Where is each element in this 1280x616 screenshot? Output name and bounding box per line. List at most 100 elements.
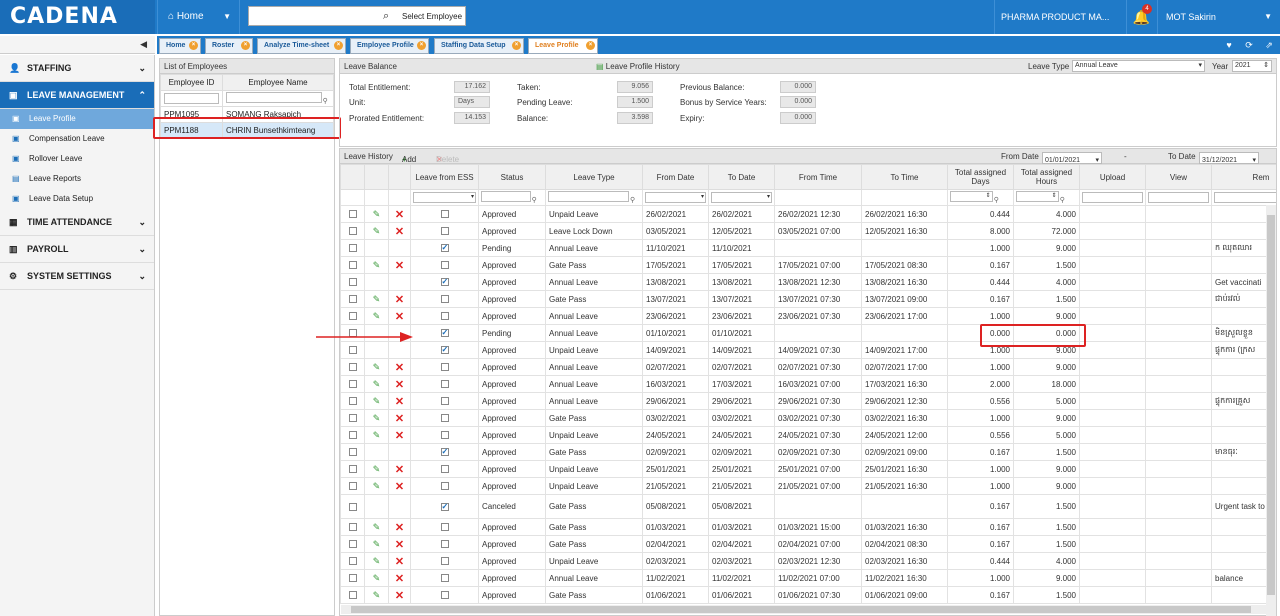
col-to-time[interactable]: To Time — [861, 164, 948, 190]
upload-cell[interactable] — [1079, 426, 1146, 444]
row-checkbox[interactable] — [348, 346, 357, 355]
menu-leave-management[interactable]: ▣ LEAVE MANAGEMENT ⌃ — [0, 82, 154, 109]
upload-cell[interactable] — [1079, 239, 1146, 257]
row-checkbox[interactable] — [348, 523, 357, 532]
table-row[interactable]: ✎ ✕ Approved Gate Pass 01/03/2021 01/03/2021 0… — [340, 518, 1276, 536]
col-to-date[interactable]: To Date — [708, 164, 775, 190]
table-row[interactable]: ✎ ✕ Approved Gate Pass 01/06/2021 01/06/2021 0… — [340, 586, 1276, 604]
filter-employee-name[interactable] — [226, 92, 322, 103]
ess-checkbox[interactable] — [440, 523, 449, 532]
row-checkbox[interactable] — [348, 431, 357, 440]
sidebar-item-leave-reports[interactable]: ▤ Leave Reports — [0, 169, 154, 189]
close-icon[interactable]: × — [586, 41, 595, 50]
view-cell[interactable] — [1145, 426, 1212, 444]
table-row[interactable]: ✎ ✕ Approved Annual Leave 02/07/2021 02/07/20… — [340, 358, 1276, 376]
table-row[interactable]: PendingAnnual Leave11/10/202111/10/20211… — [340, 239, 1276, 257]
pencil-icon[interactable]: ✎ — [373, 430, 381, 440]
tab-home[interactable]: Home × — [159, 38, 201, 54]
tab-analyze-timesheet[interactable]: Analyze Time-sheet × — [257, 38, 346, 54]
ess-checkbox[interactable] — [440, 397, 449, 406]
close-icon[interactable]: × — [417, 41, 426, 50]
ess-checkbox[interactable] — [440, 380, 449, 389]
col-total-days[interactable]: Total assigned Days — [947, 164, 1014, 190]
row-checkbox[interactable] — [348, 414, 357, 423]
upload-cell[interactable] — [1079, 477, 1146, 495]
view-cell[interactable] — [1145, 460, 1212, 478]
delete-x-icon[interactable]: ✕ — [395, 379, 404, 391]
view-cell[interactable] — [1145, 205, 1212, 223]
ess-checkbox[interactable] — [440, 295, 449, 304]
tab-roster[interactable]: Roster × — [205, 38, 253, 54]
from-date-picker[interactable]: 01/01/2021 ▾ — [1042, 152, 1102, 164]
delete-x-icon[interactable]: ✕ — [395, 539, 404, 551]
view-cell[interactable] — [1145, 290, 1212, 308]
upload-cell[interactable] — [1079, 324, 1146, 342]
filter-employee-id[interactable] — [164, 93, 219, 104]
pencil-icon[interactable]: ✎ — [373, 362, 381, 372]
upload-cell[interactable] — [1079, 460, 1146, 478]
scrollbar-thumb[interactable] — [351, 606, 1251, 613]
sidebar-item-compensation-leave[interactable]: ▣ Compensation Leave — [0, 129, 154, 149]
ess-checkbox[interactable] — [440, 557, 449, 566]
tab-employee-profile[interactable]: Employee Profile × — [350, 38, 429, 54]
pencil-icon[interactable]: ✎ — [373, 573, 381, 583]
view-cell[interactable] — [1145, 341, 1212, 359]
delete-x-icon[interactable]: ✕ — [395, 413, 404, 425]
pencil-icon[interactable]: ✎ — [373, 539, 381, 549]
filter-ess-select[interactable]: ▾ — [413, 192, 476, 203]
ess-checkbox[interactable] — [440, 574, 449, 583]
delete-x-icon[interactable]: ✕ — [395, 311, 404, 323]
col-from-date[interactable]: From Date — [642, 164, 709, 190]
filter-icon[interactable]: ⚲ — [994, 197, 999, 204]
row-checkbox[interactable] — [348, 397, 357, 406]
table-row[interactable]: ✎ ✕ Approved Unpaid Leave 26/02/2021 26/02/20… — [340, 205, 1276, 223]
table-row[interactable]: ✎ ✕ Approved Leave Lock Down 03/05/2021 12/05… — [340, 222, 1276, 240]
pencil-icon[interactable]: ✎ — [373, 522, 381, 532]
pencil-icon[interactable]: ✎ — [373, 311, 381, 321]
user-menu[interactable]: MOT Sakirin ▼ — [1157, 0, 1280, 34]
ess-checkbox[interactable] — [440, 210, 449, 219]
pencil-icon[interactable]: ✎ — [373, 396, 381, 406]
leave-type-select[interactable]: Annual Leave ▾ — [1072, 60, 1205, 72]
col-leave-from-ess[interactable]: Leave from ESS — [410, 164, 479, 190]
view-cell[interactable] — [1145, 358, 1212, 376]
table-row[interactable]: ✎ ✕ Approved Annual Leave 16/03/2021 17/03/20… — [340, 375, 1276, 393]
upload-cell[interactable] — [1079, 307, 1146, 325]
filter-icon[interactable]: ⚲ — [630, 197, 635, 204]
sidebar-item-rollover-leave[interactable]: ▣ Rollover Leave — [0, 149, 154, 169]
col-status[interactable]: Status — [478, 164, 546, 190]
delete-x-icon[interactable]: ✕ — [395, 573, 404, 585]
ess-checkbox[interactable] — [440, 261, 449, 270]
upload-cell[interactable] — [1079, 552, 1146, 570]
upload-cell[interactable] — [1079, 518, 1146, 536]
view-cell[interactable] — [1145, 273, 1212, 291]
row-checkbox[interactable] — [348, 312, 357, 321]
row-checkbox[interactable] — [348, 465, 357, 474]
view-cell[interactable] — [1145, 535, 1212, 553]
tab-staffing-data-setup[interactable]: Staffing Data Setup × — [434, 38, 524, 54]
delete-x-icon[interactable]: ✕ — [395, 260, 404, 272]
filter-icon[interactable]: ⚲ — [1060, 197, 1065, 204]
ess-checkbox[interactable] — [440, 414, 449, 423]
delete-x-icon[interactable]: ✕ — [395, 590, 404, 602]
ess-checkbox[interactable] — [440, 502, 449, 511]
filter-status[interactable] — [481, 191, 531, 202]
ess-checkbox[interactable] — [440, 431, 449, 440]
close-icon[interactable]: × — [334, 41, 343, 50]
upload-cell[interactable] — [1079, 409, 1146, 427]
view-cell[interactable] — [1145, 569, 1212, 587]
view-cell[interactable] — [1145, 375, 1212, 393]
ess-checkbox[interactable] — [440, 277, 449, 287]
pencil-icon[interactable]: ✎ — [373, 209, 381, 219]
ess-checkbox[interactable] — [440, 540, 449, 549]
delete-x-icon[interactable]: ✕ — [395, 464, 404, 476]
row-checkbox[interactable] — [348, 557, 357, 566]
upload-cell[interactable] — [1079, 341, 1146, 359]
view-cell[interactable] — [1145, 443, 1212, 461]
upload-cell[interactable] — [1079, 273, 1146, 291]
delete-x-icon[interactable]: ✕ — [395, 362, 404, 374]
filter-view[interactable] — [1148, 192, 1209, 203]
upload-cell[interactable] — [1079, 205, 1146, 223]
table-row[interactable]: ✎ ✕ Approved Gate Pass 17/05/2021 17/05/2021 1… — [340, 256, 1276, 274]
ess-checkbox[interactable] — [440, 227, 449, 236]
